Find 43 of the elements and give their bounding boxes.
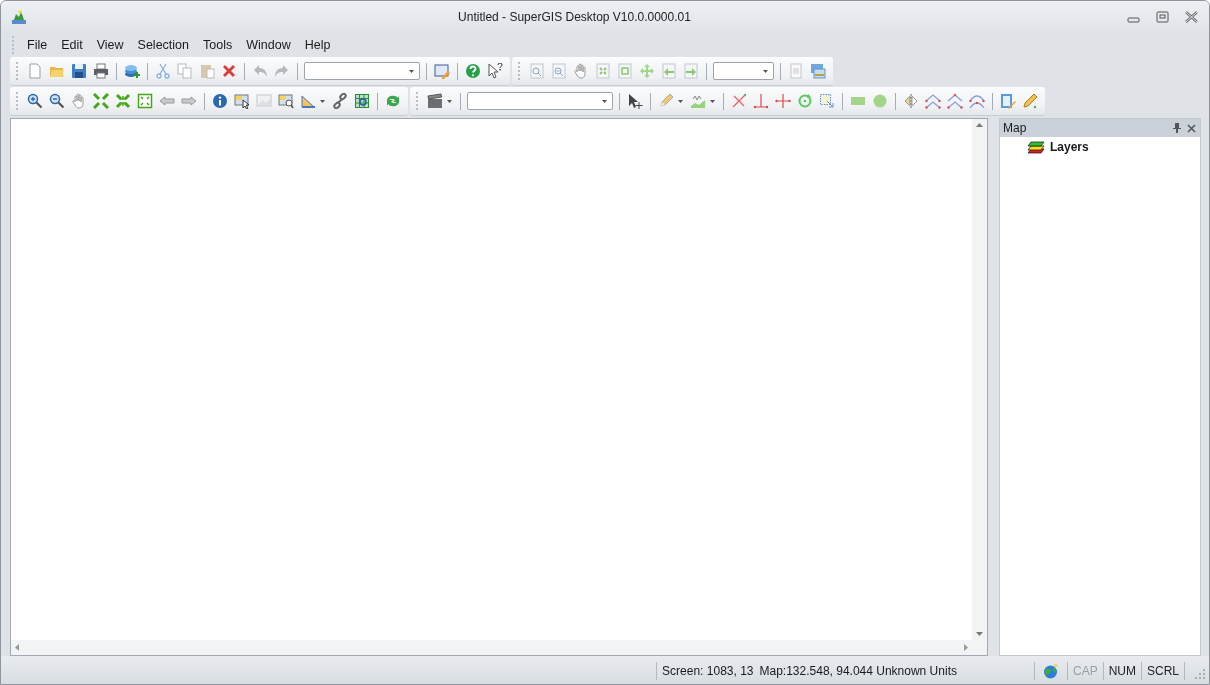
dropdown-caret-icon [409, 69, 414, 73]
scroll-left-icon[interactable] [15, 644, 19, 651]
resize-grip-icon[interactable] [1195, 668, 1205, 679]
grip-handle-icon[interactable] [11, 35, 15, 55]
scroll-down-icon[interactable] [976, 632, 983, 636]
horizontal-scrollbar[interactable] [11, 640, 972, 655]
scroll-right-icon[interactable] [964, 644, 968, 651]
dropdown-field[interactable] [713, 62, 774, 80]
globe-icon [1042, 662, 1059, 679]
grip-handle-icon[interactable] [517, 61, 521, 81]
menu-item[interactable]: Selection [130, 35, 196, 55]
menu-item[interactable]: Window [239, 35, 298, 55]
close-icon[interactable] [1187, 123, 1196, 133]
map-coordinates: Map:132.548, 94.044 Unknown Units [758, 663, 958, 678]
window-title: Untitled - SuperGIS Desktop V10.0.0000.01 [457, 10, 692, 24]
dropdown-caret-icon[interactable] [447, 99, 452, 103]
key-indicator: SCRL [1146, 663, 1180, 678]
menu-item[interactable]: View [89, 35, 131, 55]
grip-handle-icon[interactable] [15, 91, 19, 111]
layers-icon [1028, 140, 1045, 154]
menu-item[interactable]: Edit [54, 35, 90, 55]
pin-icon[interactable] [1173, 123, 1181, 133]
menu-item[interactable]: File [20, 35, 55, 55]
key-indicator: CAP [1071, 663, 1099, 678]
dropdown-caret-icon [602, 99, 607, 103]
panel-title: Map [1003, 121, 1028, 135]
dropdown-field[interactable] [467, 92, 613, 110]
key-indicator: NUM [1107, 663, 1137, 678]
dropdown-field[interactable] [304, 62, 420, 80]
tree-item[interactable]: Layers [1050, 140, 1089, 154]
screen-coordinates: Screen: 1083, 13 [661, 663, 755, 678]
grip-handle-icon[interactable] [15, 61, 19, 81]
app-logo-icon [11, 9, 27, 25]
dropdown-caret-icon[interactable] [710, 99, 715, 103]
menu-item[interactable]: Help [297, 35, 338, 55]
grip-handle-icon[interactable] [415, 91, 419, 111]
dropdown-caret-icon[interactable] [678, 99, 683, 103]
scroll-up-icon[interactable] [976, 123, 983, 127]
vertical-scrollbar[interactable] [972, 119, 987, 640]
menu-item[interactable]: Tools [196, 35, 240, 55]
dropdown-caret-icon [763, 69, 768, 73]
fixed-zoom-in-icon[interactable] [90, 90, 112, 112]
dropdown-caret-icon[interactable] [320, 99, 325, 103]
